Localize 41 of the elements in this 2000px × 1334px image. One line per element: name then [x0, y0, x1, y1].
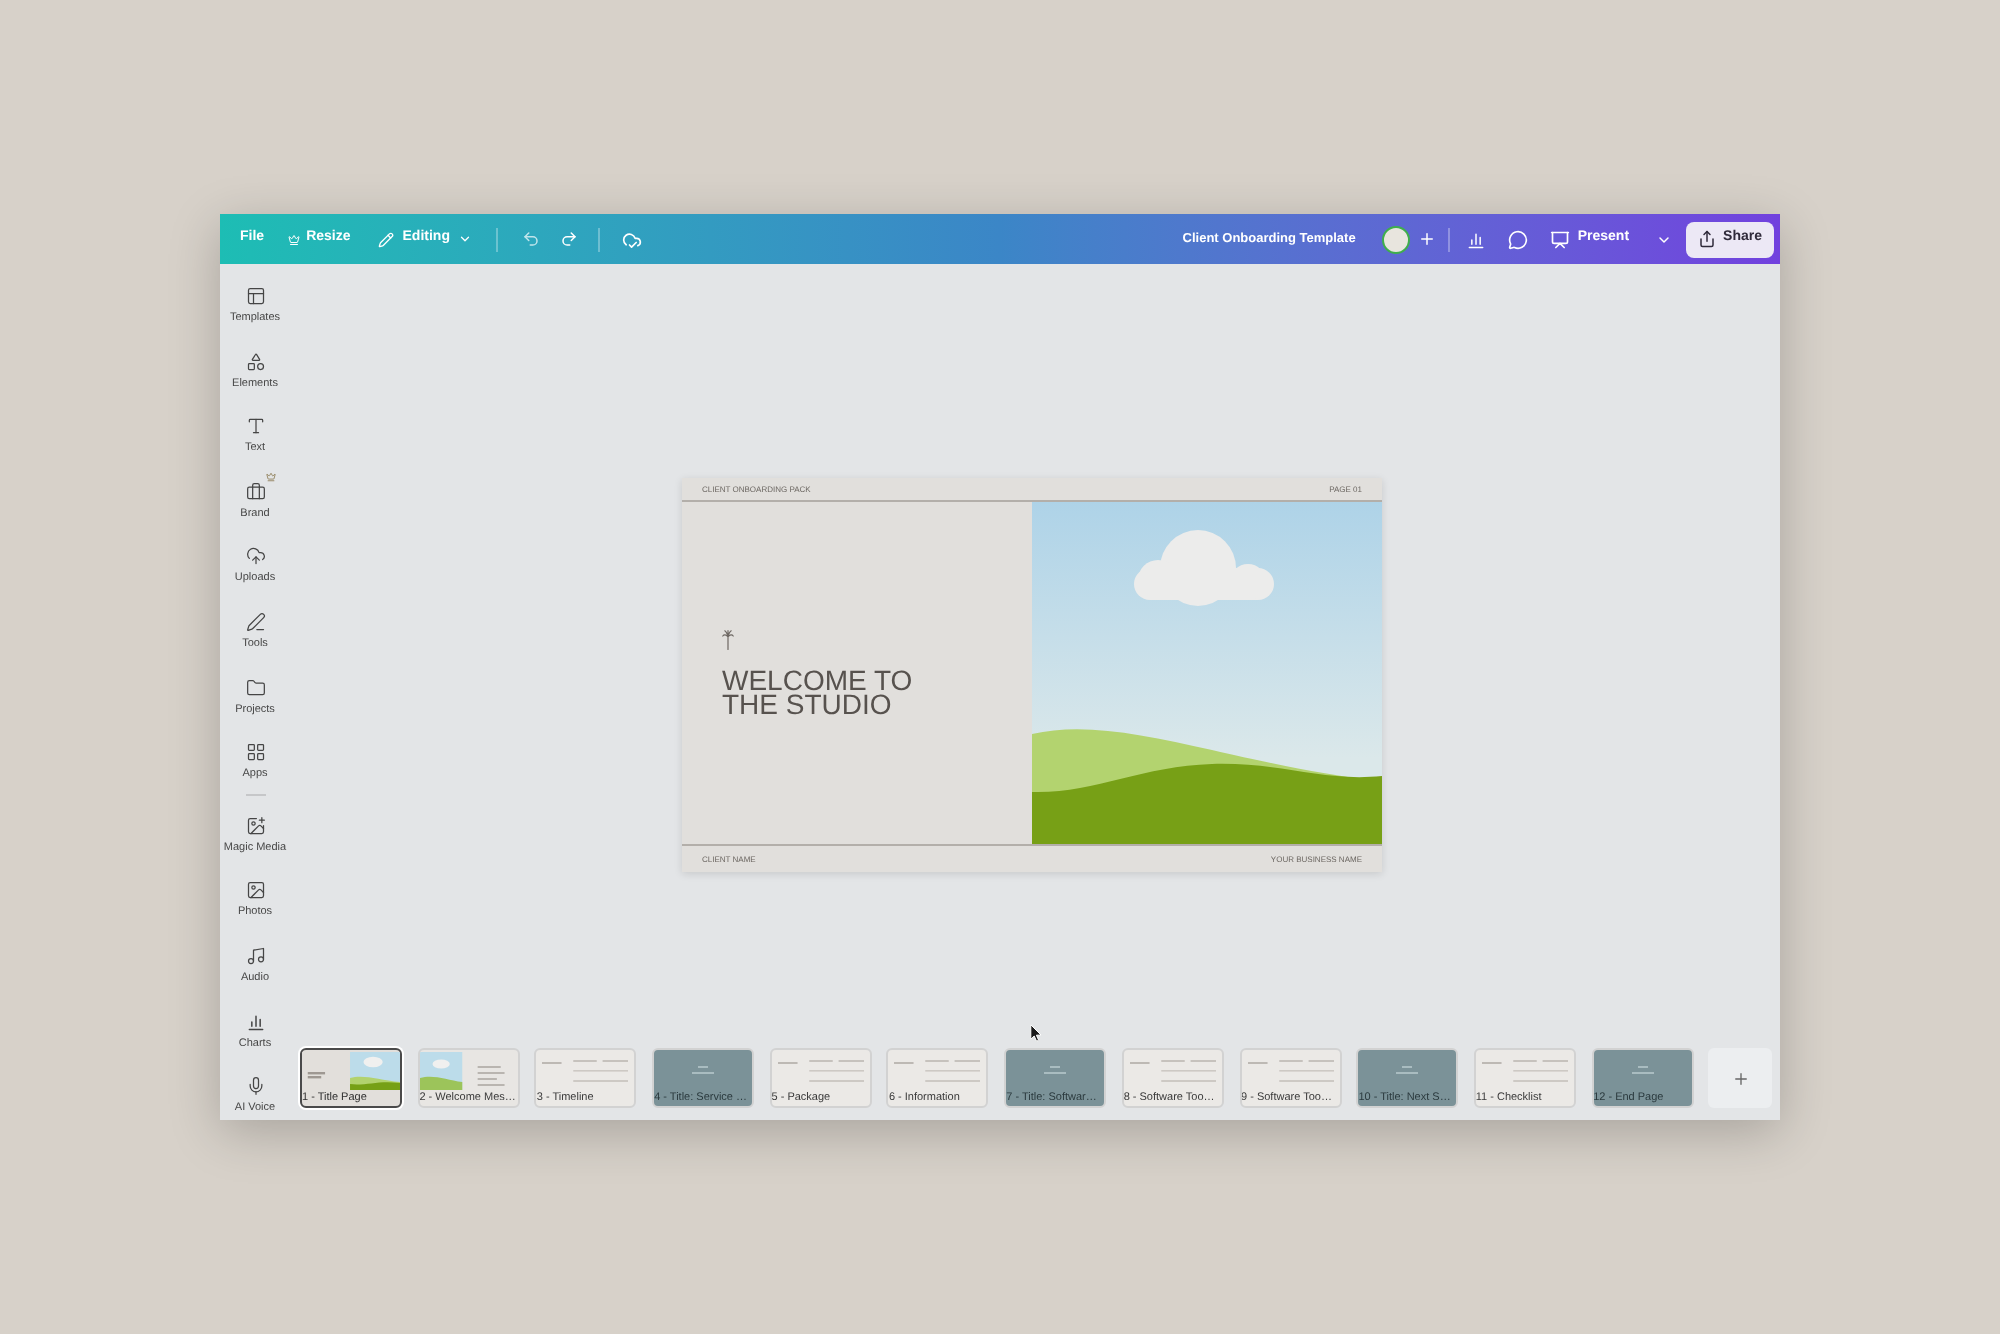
- template-icon: [245, 286, 265, 306]
- slide-preview-drawing: [1481, 1059, 1568, 1081]
- palm-tree-icon: [722, 630, 734, 650]
- pencil-icon: [378, 231, 395, 247]
- slide-preview-drawing: [542, 1059, 629, 1081]
- redo-icon[interactable]: [559, 230, 578, 248]
- bar-chart-icon[interactable]: [1465, 229, 1486, 249]
- slide-preview-drawing: [1247, 1059, 1333, 1081]
- image-icon: [245, 880, 265, 901]
- undo-icon[interactable]: [521, 230, 540, 248]
- briefcase-icon: [245, 481, 265, 502]
- music-note-icon: [245, 945, 265, 966]
- slide-title: WELCOME TO THE STUDIO: [722, 668, 915, 716]
- cloud-check-icon[interactable]: [621, 229, 642, 249]
- chevron-down-icon: [457, 232, 472, 246]
- slide-preview-drawing: [894, 1059, 981, 1081]
- slide-preview-drawing: [1396, 1066, 1419, 1074]
- slide-preview-drawing: [1044, 1066, 1067, 1074]
- slide-preview-drawing: [1129, 1059, 1216, 1081]
- crown-icon: [288, 233, 301, 245]
- microphone-icon: [245, 1076, 265, 1097]
- mouse-pointer-icon: [1030, 1024, 1042, 1042]
- plus-icon: [1731, 1069, 1750, 1087]
- share-icon: [1697, 230, 1716, 248]
- avatar-icon[interactable]: [1381, 225, 1410, 253]
- text-icon: [245, 416, 265, 437]
- cloud-upload-icon: [245, 546, 265, 567]
- slide-preview-drawing: [1631, 1066, 1654, 1074]
- pen-icon: [245, 611, 265, 632]
- plus-icon[interactable]: [1417, 230, 1436, 248]
- slide-preview-drawing: [692, 1066, 715, 1074]
- chevron-down-icon[interactable]: [1655, 231, 1672, 247]
- comment-icon[interactable]: [1507, 229, 1528, 249]
- grid-icon: [245, 742, 265, 763]
- slide-preview-drawing: [302, 1051, 400, 1089]
- folder-icon: [245, 677, 265, 698]
- shapes-icon: [245, 351, 265, 372]
- presentation-icon: [1549, 229, 1570, 249]
- image-plus-icon: [245, 815, 265, 836]
- bar-chart-icon: [245, 1011, 265, 1032]
- slide-preview-drawing: [777, 1059, 864, 1081]
